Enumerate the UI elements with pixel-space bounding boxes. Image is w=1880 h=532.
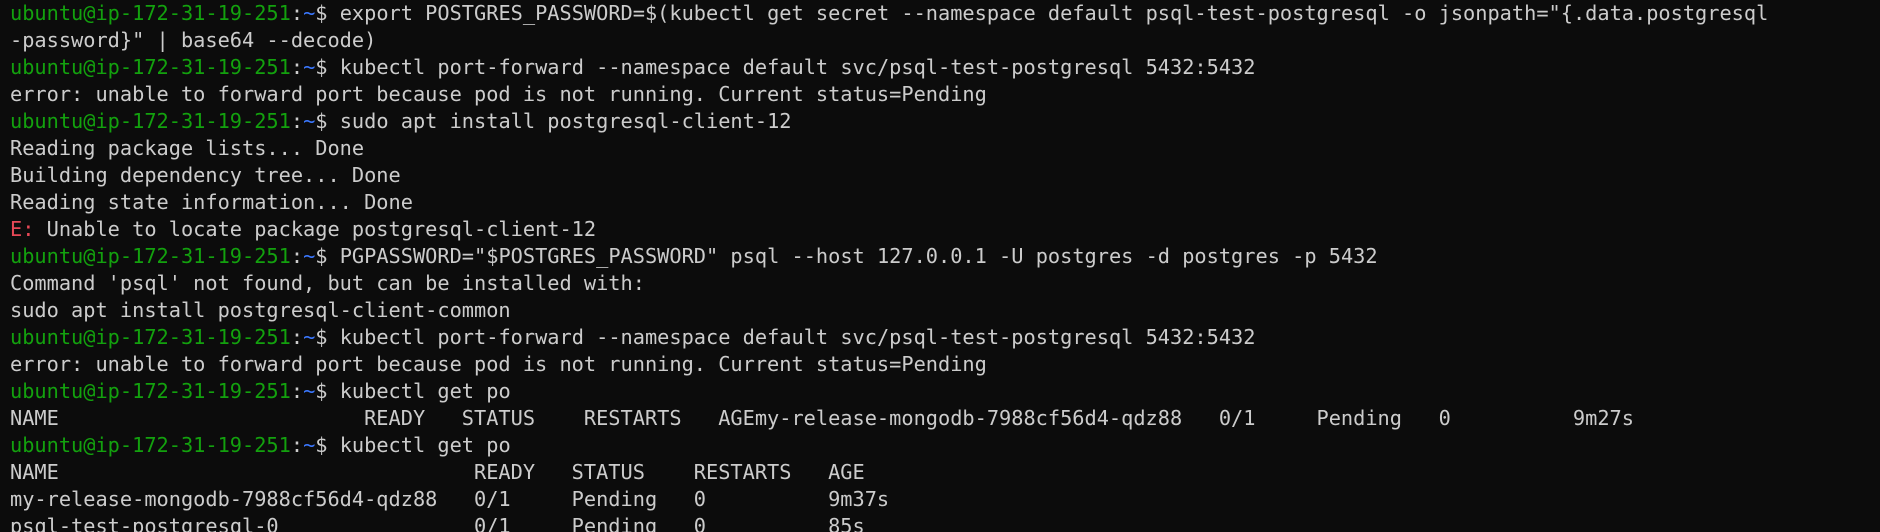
prompt-user-host: ubuntu@ip-172-31-19-251 (10, 433, 291, 457)
prompt-separator: : (290, 55, 304, 79)
command-text: kubectl get po (339, 433, 511, 457)
prompt-user-host: ubuntu@ip-172-31-19-251 (10, 244, 291, 268)
prompt-path: ~ (303, 109, 316, 133)
error-label: E: (10, 217, 35, 241)
output-text: NAME READY STATUS RESTARTS AGE (10, 460, 865, 484)
output-text: Building dependency tree... Done (10, 163, 401, 187)
prompt-user-host: ubuntu@ip-172-31-19-251 (10, 109, 291, 133)
output-line: error: unable to forward port because po… (10, 81, 1768, 108)
prompt-path: ~ (303, 244, 316, 268)
command-line: ubuntu@ip-172-31-19-251:~$ PGPASSWORD="$… (10, 243, 1768, 270)
prompt-separator: : (290, 1, 304, 25)
command-line: ubuntu@ip-172-31-19-251:~$ kubectl port-… (10, 324, 1768, 351)
command-line: ubuntu@ip-172-31-19-251:~$ export POSTGR… (10, 0, 1768, 27)
prompt-path: ~ (303, 379, 316, 403)
output-line: sudo apt install postgresql-client-commo… (10, 297, 1768, 324)
output-line: error: unable to forward port because po… (10, 351, 1768, 378)
output-line: Reading state information... Done (10, 189, 1768, 216)
output-line: -password}" | base64 --decode) (10, 27, 1768, 54)
output-text: Reading package lists... Done (10, 136, 365, 160)
output-line: NAME READY STATUS RESTARTS AGE (10, 459, 1768, 486)
output-line: my-release-mongodb-7988cf56d4-qdz88 0/1 … (10, 486, 1768, 513)
error-line: E: Unable to locate package postgresql-c… (10, 216, 1768, 243)
output-text: NAME READY STATUS RESTARTS AGEmy-release… (10, 406, 1634, 430)
output-line: psql-test-postgresql-0 0/1 Pending 0 85s (10, 513, 1768, 532)
command-line: ubuntu@ip-172-31-19-251:~$ kubectl get p… (10, 378, 1768, 405)
output-text: error: unable to forward port because po… (10, 352, 987, 376)
prompt-symbol: $ (315, 325, 340, 349)
output-text: psql-test-postgresql-0 0/1 Pending 0 85s (10, 514, 865, 532)
prompt-user-host: ubuntu@ip-172-31-19-251 (10, 325, 291, 349)
output-line: Command 'psql' not found, but can be ins… (10, 270, 1768, 297)
prompt-separator: : (290, 433, 304, 457)
terminal-output: ubuntu@ip-172-31-19-251:~$ export POSTGR… (10, 0, 1768, 532)
output-text: error: unable to forward port because po… (10, 82, 987, 106)
prompt-path: ~ (303, 55, 316, 79)
prompt-user-host: ubuntu@ip-172-31-19-251 (10, 1, 291, 25)
prompt-symbol: $ (315, 109, 340, 133)
prompt-separator: : (290, 325, 304, 349)
command-text: kubectl port-forward --namespace default… (339, 325, 1256, 349)
prompt-separator: : (290, 244, 304, 268)
prompt-user-host: ubuntu@ip-172-31-19-251 (10, 55, 291, 79)
output-text: Reading state information... Done (10, 190, 413, 214)
error-text: Unable to locate package postgresql-clie… (34, 217, 597, 241)
prompt-separator: : (290, 379, 304, 403)
command-line: ubuntu@ip-172-31-19-251:~$ kubectl port-… (10, 54, 1768, 81)
prompt-user-host: ubuntu@ip-172-31-19-251 (10, 379, 291, 403)
prompt-path: ~ (303, 325, 316, 349)
command-text: kubectl port-forward --namespace default… (339, 55, 1256, 79)
output-line: Building dependency tree... Done (10, 162, 1768, 189)
output-text: sudo apt install postgresql-client-commo… (10, 298, 511, 322)
prompt-symbol: $ (315, 1, 340, 25)
prompt-symbol: $ (315, 244, 340, 268)
command-text: export POSTGRES_PASSWORD=$(kubectl get s… (339, 1, 1769, 25)
command-line: ubuntu@ip-172-31-19-251:~$ kubectl get p… (10, 432, 1768, 459)
prompt-symbol: $ (315, 379, 340, 403)
prompt-path: ~ (303, 1, 316, 25)
command-text: sudo apt install postgresql-client-12 (339, 109, 792, 133)
terminal-window[interactable]: ubuntu@ip-172-31-19-251:~$ export POSTGR… (0, 0, 1880, 532)
prompt-separator: : (290, 109, 304, 133)
command-text: kubectl get po (339, 379, 511, 403)
output-line: NAME READY STATUS RESTARTS AGEmy-release… (10, 405, 1768, 432)
output-text: my-release-mongodb-7988cf56d4-qdz88 0/1 … (10, 487, 890, 511)
output-text: Command 'psql' not found, but can be ins… (10, 271, 645, 295)
prompt-symbol: $ (315, 55, 340, 79)
command-text: PGPASSWORD="$POSTGRES_PASSWORD" psql --h… (339, 244, 1378, 268)
output-text: -password}" | base64 --decode) (10, 28, 377, 52)
output-line: Reading package lists... Done (10, 135, 1768, 162)
prompt-symbol: $ (315, 433, 340, 457)
prompt-path: ~ (303, 433, 316, 457)
command-line: ubuntu@ip-172-31-19-251:~$ sudo apt inst… (10, 108, 1768, 135)
